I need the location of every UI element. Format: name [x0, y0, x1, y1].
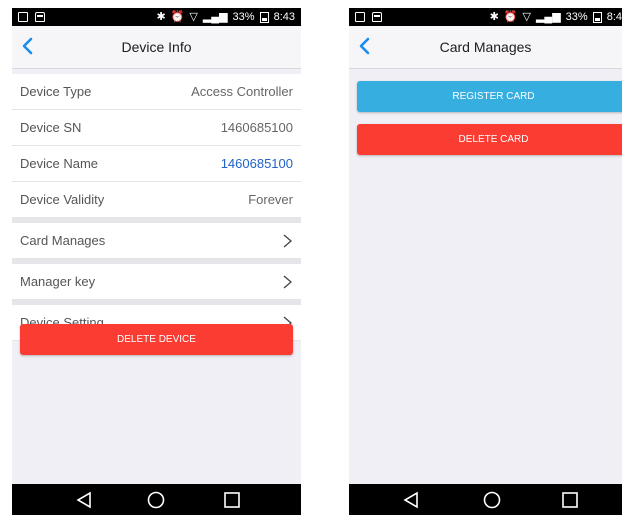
device-name-row[interactable]: Device Name 1460685100 [12, 146, 301, 182]
back-button[interactable] [21, 36, 41, 56]
delete-card-button[interactable]: DELETE CARD [357, 124, 622, 155]
signal-icon: ▂▄▆ [202, 10, 228, 23]
card-manages-label: Card Manages [20, 233, 106, 248]
manager-key-label: Manager key [20, 274, 96, 289]
battery-percent: 33% [565, 11, 588, 23]
circle-home-icon[interactable] [482, 490, 502, 510]
wifi-icon: ▽ [522, 10, 531, 23]
system-nav-bar [349, 484, 622, 515]
system-nav-bar [12, 484, 301, 515]
chevron-right-icon [283, 275, 292, 288]
device-type-row: Device Type Access Controller [12, 74, 301, 110]
clock: 8:4 [606, 11, 622, 23]
square-recent-icon[interactable] [222, 490, 242, 510]
status-bar: ✱ ⏰ ▽ ▂▄▆ 33% 8:4 [349, 8, 622, 26]
nav-bar: Device Info [12, 26, 301, 69]
page-title: Card Manages [439, 39, 532, 55]
chevron-right-icon [283, 234, 292, 247]
clock: 8:43 [273, 11, 295, 23]
device-sn-label: Device SN [20, 120, 82, 135]
back-button[interactable] [358, 36, 378, 56]
device-validity-value: Forever [248, 192, 293, 207]
device-name-value[interactable]: 1460685100 [221, 156, 293, 171]
bluetooth-icon: ✱ [156, 10, 166, 23]
card-manages-row[interactable]: Card Manages [12, 223, 301, 259]
triangle-back-icon[interactable] [74, 490, 94, 510]
device-validity-label: Device Validity [20, 192, 105, 207]
bus-notification-icon [372, 12, 382, 22]
chevron-left-icon [359, 37, 370, 55]
device-info-screen: ✱ ⏰ ▽ ▂▄▆ 33% 8:43 Device Info Device Ty… [12, 8, 301, 515]
image-notification-icon [355, 12, 365, 22]
alarm-icon: ⏰ [503, 10, 518, 23]
page-title: Device Info [121, 39, 192, 55]
device-info-list: Device Type Access Controller Device SN … [12, 74, 301, 341]
device-name-label: Device Name [20, 156, 99, 171]
signal-icon: ▂▄▆ [535, 10, 561, 23]
triangle-back-icon[interactable] [401, 490, 421, 510]
circle-home-icon[interactable] [146, 490, 166, 510]
square-recent-icon[interactable] [560, 490, 580, 510]
wifi-icon: ▽ [189, 10, 198, 23]
register-card-button[interactable]: REGISTER CARD [357, 81, 622, 112]
bus-notification-icon [35, 12, 45, 22]
battery-percent: 33% [232, 11, 255, 23]
device-validity-row: Device Validity Forever [12, 182, 301, 218]
battery-icon [592, 11, 602, 23]
device-type-label: Device Type [20, 84, 92, 99]
nav-bar: Card Manages [349, 26, 622, 69]
card-manages-screen: ✱ ⏰ ▽ ▂▄▆ 33% 8:4 Card Manages REGISTER … [349, 8, 622, 515]
battery-icon [259, 11, 269, 23]
device-type-value: Access Controller [191, 84, 293, 99]
bluetooth-icon: ✱ [489, 10, 499, 23]
manager-key-row[interactable]: Manager key [12, 264, 301, 300]
device-sn-value: 1460685100 [220, 120, 293, 135]
status-bar: ✱ ⏰ ▽ ▂▄▆ 33% 8:43 [12, 8, 301, 26]
chevron-left-icon [22, 37, 33, 55]
device-sn-row: Device SN 1460685100 [12, 110, 301, 146]
alarm-icon: ⏰ [170, 10, 185, 23]
delete-device-button[interactable]: DELETE DEVICE [20, 324, 293, 355]
image-notification-icon [18, 12, 28, 22]
